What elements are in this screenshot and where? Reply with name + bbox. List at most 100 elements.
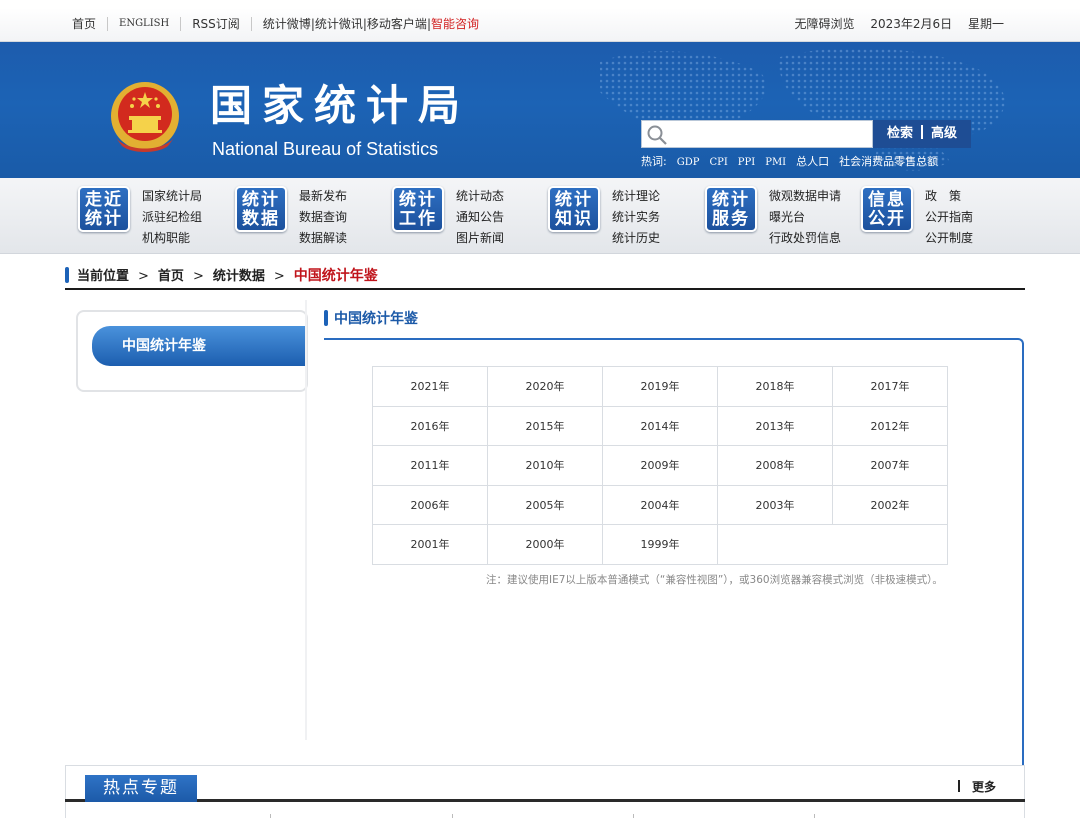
nav-link[interactable]: 数据查询: [299, 207, 347, 228]
breadcrumb: 当前位置 > 首页 > 统计数据 > 中国统计年鉴: [65, 266, 378, 286]
search-input[interactable]: [641, 120, 873, 148]
year-link[interactable]: 2006年: [372, 484, 488, 525]
divider: [921, 125, 923, 139]
advanced-search-button[interactable]: 高级: [931, 126, 957, 141]
year-link[interactable]: 2019年: [602, 366, 718, 407]
nav-link[interactable]: 机构职能: [142, 228, 202, 249]
year-link[interactable]: 2018年: [717, 366, 833, 407]
year-link[interactable]: 2010年: [487, 445, 603, 486]
breadcrumb-data[interactable]: 统计数据: [213, 269, 265, 284]
nav-box-about[interactable]: 走近 统计: [78, 186, 130, 232]
hot-words: 热词: GDP CPI PPI PMI 总人口 社会消费品零售总额: [641, 154, 948, 171]
divider: [452, 814, 453, 818]
search-icon: [647, 125, 667, 145]
hotword-link[interactable]: GDP: [677, 157, 700, 168]
site-title-cn: 国家统计局: [210, 81, 471, 130]
weixin-link[interactable]: 统计微讯: [315, 17, 363, 31]
year-link[interactable]: 2003年: [717, 484, 833, 525]
nav-link[interactable]: 曝光台: [769, 207, 841, 228]
sidebar-column: [305, 300, 307, 740]
browser-note: 注：建议使用IE7以上版本普通模式（“兼容性视图”），或360浏览器兼容模式浏览…: [486, 574, 943, 586]
year-link[interactable]: 2015年: [487, 405, 603, 446]
nav-box-knowledge[interactable]: 统计 知识: [548, 186, 600, 232]
year-link[interactable]: 2013年: [717, 405, 833, 446]
nav-link[interactable]: 公开制度: [925, 228, 973, 249]
hot-topics-panel: [65, 765, 1025, 818]
hotword-link[interactable]: 总人口: [796, 155, 829, 168]
hotword-link[interactable]: PMI: [765, 157, 786, 168]
hotword-link[interactable]: CPI: [709, 157, 727, 168]
nav-box-work[interactable]: 统计 工作: [392, 186, 444, 232]
yearbook-table: 2021年 2020年 2019年 2018年 2017年 2016年 2015…: [372, 366, 948, 565]
year-link[interactable]: 2005年: [487, 484, 603, 525]
year-link[interactable]: 2000年: [487, 524, 603, 565]
divider: [65, 288, 1025, 290]
nav-link[interactable]: 最新发布: [299, 186, 347, 207]
home-link[interactable]: 首页: [72, 17, 96, 31]
header-banner: 国家统计局 National Bureau of Statistics 检索 高级…: [0, 42, 1080, 178]
year-link[interactable]: 2001年: [372, 524, 488, 565]
search-buttons: 检索 高级: [873, 120, 971, 148]
year-link[interactable]: 2016年: [372, 405, 488, 446]
year-link[interactable]: 2011年: [372, 445, 488, 486]
year-link[interactable]: 2012年: [832, 405, 948, 446]
year-link[interactable]: 2008年: [717, 445, 833, 486]
nav-link[interactable]: 政 策: [925, 186, 973, 207]
english-link[interactable]: ENGLISH: [119, 17, 169, 31]
divider: [633, 814, 634, 818]
more-link[interactable]: 更多: [958, 778, 996, 795]
weibo-link[interactable]: 统计微博: [263, 17, 311, 31]
breadcrumb-home[interactable]: 首页: [158, 269, 184, 284]
nav-link[interactable]: 统计实务: [612, 207, 660, 228]
sidebar-item-yearbook[interactable]: 中国统计年鉴: [92, 326, 306, 366]
accessible-link[interactable]: 无障碍浏览: [795, 17, 855, 31]
divider: [814, 814, 815, 818]
site-title-en: National Bureau of Statistics: [212, 139, 439, 159]
nav-box-data[interactable]: 统计 数据: [235, 186, 287, 232]
empty-cell: [717, 524, 948, 565]
current-weekday: 星期一: [967, 17, 1004, 31]
divider: [250, 17, 252, 31]
content-title: 中国统计年鉴: [324, 308, 418, 330]
nav-link[interactable]: 数据解读: [299, 228, 347, 249]
divider: [107, 17, 109, 31]
nav-link[interactable]: 统计动态: [456, 186, 504, 207]
nav-link[interactable]: 派驻纪检组: [142, 207, 202, 228]
hotword-link[interactable]: 社会消费品零售总额: [839, 155, 938, 168]
year-link[interactable]: 2017年: [832, 366, 948, 407]
year-link[interactable]: 2004年: [602, 484, 718, 525]
nav-link[interactable]: 微观数据申请: [769, 186, 841, 207]
nav-box-disclosure[interactable]: 信息 公开: [861, 186, 913, 232]
hotword-link[interactable]: PPI: [738, 157, 755, 168]
year-link[interactable]: 2009年: [602, 445, 718, 486]
national-emblem-icon: [111, 82, 179, 152]
divider: [180, 17, 182, 31]
nav-link[interactable]: 行政处罚信息: [769, 228, 841, 249]
nav-link[interactable]: 公开指南: [925, 207, 973, 228]
main-nav: 走近 统计 国家统计局 派驻纪检组 机构职能 统计 数据 最新发布 数据查询 数据解…: [0, 178, 1080, 254]
breadcrumb-current: 中国统计年鉴: [293, 268, 378, 284]
year-link[interactable]: 2002年: [832, 484, 948, 525]
smart-consult-link[interactable]: 智能咨询: [431, 17, 479, 31]
nav-link[interactable]: 通知公告: [456, 207, 504, 228]
divider: [270, 814, 271, 818]
hot-topics-tab[interactable]: 热点专题: [85, 775, 197, 802]
nav-link[interactable]: 统计理论: [612, 186, 660, 207]
breadcrumb-marker: [65, 267, 69, 283]
divider: [65, 799, 1025, 802]
mobile-link[interactable]: 移动客户端: [367, 17, 427, 31]
year-link[interactable]: 2007年: [832, 445, 948, 486]
search-button[interactable]: 检索: [887, 126, 913, 141]
year-link[interactable]: 2020年: [487, 366, 603, 407]
nav-box-service[interactable]: 统计 服务: [705, 186, 757, 232]
year-link[interactable]: 2021年: [372, 366, 488, 407]
rss-link[interactable]: RSS订阅: [192, 17, 240, 31]
top-utility-bar: 首页 ENGLISH RSS订阅 统计微博|统计微讯|移动客户端|智能咨询 无障碍浏览…: [0, 0, 1080, 42]
hotwords-label: 热词:: [641, 155, 667, 168]
nav-link[interactable]: 图片新闻: [456, 228, 504, 249]
current-date: 2023年2月6日: [870, 17, 953, 31]
nav-link[interactable]: 国家统计局: [142, 186, 202, 207]
year-link[interactable]: 2014年: [602, 405, 718, 446]
year-link[interactable]: 1999年: [602, 524, 718, 565]
nav-link[interactable]: 统计历史: [612, 228, 660, 249]
